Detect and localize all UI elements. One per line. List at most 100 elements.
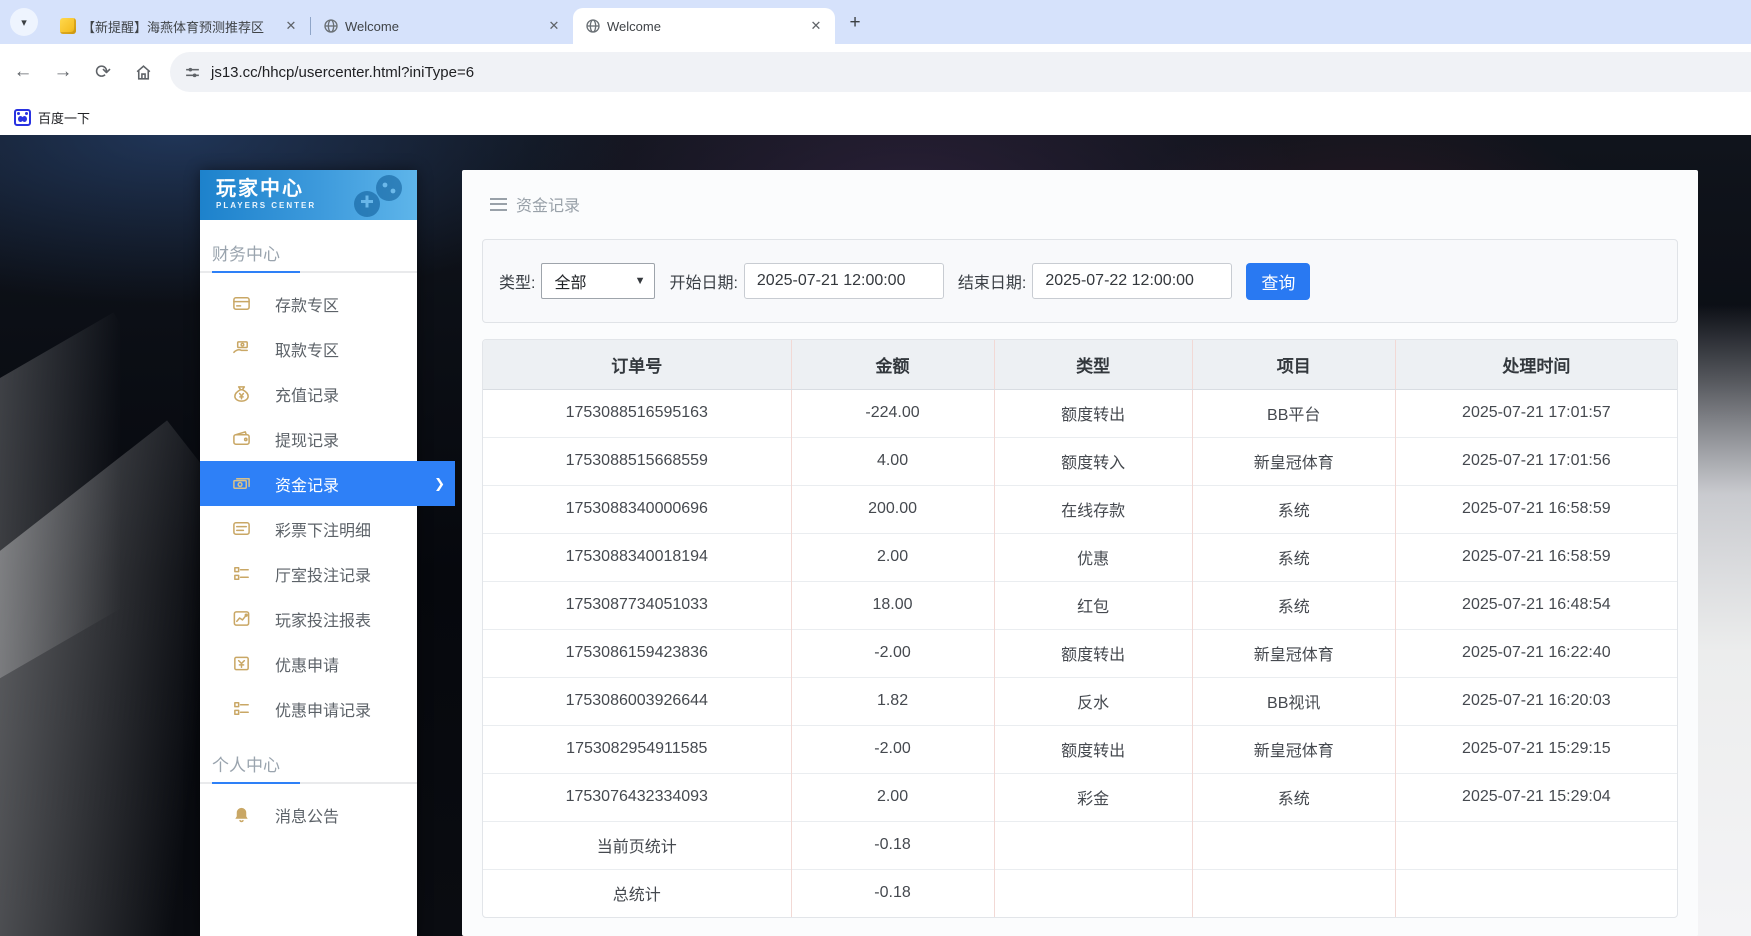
section-underline: [200, 782, 417, 784]
browser-tab-2[interactable]: Welcome ✕: [311, 8, 573, 44]
sidebar-item-彩票下注明细[interactable]: 彩票下注明细❯: [200, 506, 417, 551]
sidebar-item-充值记录[interactable]: 充值记录❯: [200, 371, 417, 416]
table-cell: 新皇冠体育: [1192, 437, 1395, 485]
search-button[interactable]: 查询: [1246, 263, 1310, 300]
sidebar-item-取款专区[interactable]: 取款专区❯: [200, 326, 417, 371]
table-cell: [1192, 821, 1395, 869]
table-cell: 2025-07-21 16:58:59: [1395, 533, 1677, 581]
sidebar-item-label: 充值记录: [275, 382, 339, 406]
sidebar-section-label-1: 财务中心: [200, 220, 417, 271]
sidebar-item-label: 优惠申请记录: [275, 697, 371, 721]
new-tab-button[interactable]: +: [841, 9, 869, 37]
tab-close-icon[interactable]: ✕: [807, 17, 825, 35]
chevron-down-icon: ▼: [635, 275, 646, 287]
back-icon[interactable]: ←: [6, 55, 40, 89]
filter-bar: 类型: 全部 ▼ 开始日期: 结束日期: 查询: [482, 239, 1678, 323]
sidebar-item-label: 存款专区: [275, 292, 339, 316]
table-header-row: 订单号金额类型项目处理时间: [483, 340, 1677, 389]
sidebar-item-存款专区[interactable]: 存款专区❯: [200, 281, 417, 326]
table-row-1: 1753088516595163-224.00额度转出BB平台2025-07-2…: [483, 389, 1677, 437]
coupon-icon: [232, 654, 251, 673]
sidebar-item-label: 消息公告: [275, 803, 339, 827]
reload-icon[interactable]: ⟳: [86, 55, 120, 89]
tabs-container: 【新提醒】海燕体育预测推荐区✕Welcome✕Welcome✕: [48, 8, 835, 44]
table-row-2: 17530885156685594.00额度转入新皇冠体育2025-07-21 …: [483, 437, 1677, 485]
table-cell: 1.82: [791, 677, 994, 725]
table-cell: 额度转出: [994, 629, 1192, 677]
withdraw-hand-icon: [232, 339, 251, 358]
table-cell: -2.00: [791, 629, 994, 677]
table-cell: 1753087734051033: [483, 581, 791, 629]
banknotes-icon: [232, 474, 251, 493]
table-cell: 系统: [1192, 533, 1395, 581]
end-date-label: 结束日期:: [958, 269, 1026, 293]
table-cell: 新皇冠体育: [1192, 725, 1395, 773]
table-row-8: 1753082954911585-2.00额度转出新皇冠体育2025-07-21…: [483, 725, 1677, 773]
table-cell: [994, 869, 1192, 917]
sidebar-item-提现记录[interactable]: 提现记录❯: [200, 416, 417, 461]
bookmark-bar: 百度一下: [0, 100, 1751, 135]
start-date-input[interactable]: [744, 263, 944, 299]
bookmark-baidu[interactable]: 百度一下: [38, 108, 90, 127]
table-cell: 2025-07-21 16:48:54: [1395, 581, 1677, 629]
list-check-icon: [232, 564, 251, 583]
page-title: 资金记录: [516, 192, 580, 216]
forward-icon[interactable]: →: [46, 55, 80, 89]
site-settings-icon[interactable]: [184, 64, 201, 81]
sidebar-item-消息公告[interactable]: 消息公告❯: [200, 792, 417, 837]
sidebar-item-厅室投注记录[interactable]: 厅室投注记录❯: [200, 551, 417, 596]
sidebar-item-资金记录[interactable]: 资金记录❯: [200, 461, 455, 506]
sidebar-item-优惠申请[interactable]: 优惠申请❯: [200, 641, 417, 686]
browser-tab-3[interactable]: Welcome✕: [573, 8, 835, 44]
start-date-label: 开始日期:: [669, 269, 737, 293]
tab-search-button[interactable]: ▾: [10, 8, 38, 36]
sidebar-section-label-2: 个人中心: [200, 731, 417, 782]
table-cell: [994, 821, 1192, 869]
table-cell: 2.00: [791, 773, 994, 821]
table-cell: 在线存款: [994, 485, 1192, 533]
browser-toolbar: ← → ⟳ js13.cc/hhcp/usercenter.html?iniTy…: [0, 44, 1751, 100]
table-cell: 系统: [1192, 485, 1395, 533]
table-cell: 红包: [994, 581, 1192, 629]
sidebar-item-label: 优惠申请: [275, 652, 339, 676]
table-cell: 2025-07-21 16:22:40: [1395, 629, 1677, 677]
table-row-11: 总统计-0.18: [483, 869, 1677, 917]
type-select[interactable]: 全部 ▼: [541, 263, 655, 299]
chart-report-icon: [232, 609, 251, 628]
browser-tab-1[interactable]: 【新提醒】海燕体育预测推荐区 ✕: [48, 8, 310, 44]
table-cell: 2025-07-21 16:58:59: [1395, 485, 1677, 533]
tab-close-icon[interactable]: ✕: [282, 17, 300, 35]
address-bar[interactable]: js13.cc/hhcp/usercenter.html?iniType=6: [170, 52, 1751, 92]
table-cell: 2025-07-21 15:29:15: [1395, 725, 1677, 773]
table-cell: 额度转出: [994, 389, 1192, 437]
table-cell: 优惠: [994, 533, 1192, 581]
sidebar-item-label: 提现记录: [275, 427, 339, 451]
sidebar-item-label: 彩票下注明细: [275, 517, 371, 541]
menu-hamburger-icon[interactable]: [490, 198, 507, 211]
money-bag-icon: [232, 384, 251, 403]
table-row-3: 1753088340000696200.00在线存款系统2025-07-21 1…: [483, 485, 1677, 533]
table-row-4: 17530883400181942.00优惠系统2025-07-21 16:58…: [483, 533, 1677, 581]
sidebar-item-优惠申请记录[interactable]: 优惠申请记录❯: [200, 686, 417, 731]
tab-close-icon[interactable]: ✕: [545, 17, 563, 35]
tab-title: Welcome: [345, 19, 539, 34]
type-select-value: 全部: [554, 269, 586, 293]
table-cell: 2025-07-21 17:01:57: [1395, 389, 1677, 437]
table-cell: 1753088340018194: [483, 533, 791, 581]
funds-record-table: 订单号金额类型项目处理时间 1753088516595163-224.00额度转…: [482, 339, 1678, 918]
column-header-处理时间: 处理时间: [1395, 340, 1677, 389]
tab-title: 【新提醒】海燕体育预测推荐区: [82, 17, 276, 36]
table-cell: -0.18: [791, 821, 994, 869]
url-text[interactable]: js13.cc/hhcp/usercenter.html?iniType=6: [211, 64, 474, 81]
chevron-right-icon: ❯: [434, 476, 445, 492]
table-cell: -2.00: [791, 725, 994, 773]
table-cell: 1753086159423836: [483, 629, 791, 677]
sidebar-item-玩家投注报表[interactable]: 玩家投注报表❯: [200, 596, 417, 641]
table-cell: 新皇冠体育: [1192, 629, 1395, 677]
end-date-input[interactable]: [1032, 263, 1232, 299]
home-icon[interactable]: [126, 55, 160, 89]
yellow-favicon-icon: [60, 18, 76, 34]
table-cell: 彩金: [994, 773, 1192, 821]
table-cell: 1753082954911585: [483, 725, 791, 773]
table-cell: -0.18: [791, 869, 994, 917]
